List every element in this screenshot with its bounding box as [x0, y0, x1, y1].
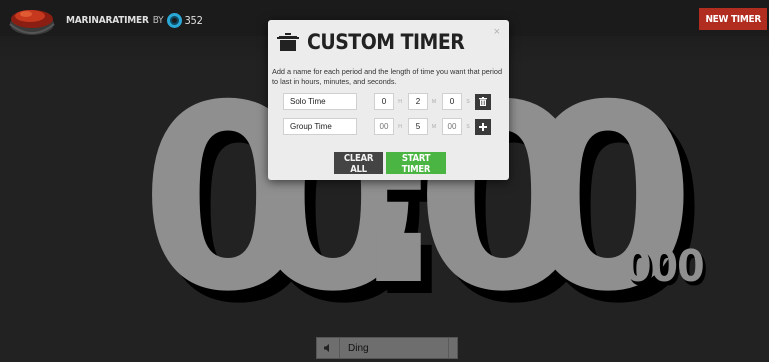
speaker-icon — [317, 338, 340, 358]
hours-unit-label: H — [398, 123, 402, 130]
pasta-pot-logo-icon[interactable] — [6, 2, 56, 36]
dialog-description: Add a name for each period and the lengt… — [272, 67, 503, 86]
seconds-input[interactable] — [442, 118, 462, 135]
seconds-input[interactable] — [442, 93, 462, 110]
dialog-title: CUSTOM TIMER — [277, 30, 465, 54]
hours-unit-label: H — [398, 98, 402, 105]
brand-logo[interactable]: MARINARATIMER BY 352 — [66, 13, 203, 28]
pot-icon — [277, 33, 299, 51]
hours-input[interactable] — [374, 118, 394, 135]
clock-milliseconds: 000 — [624, 241, 705, 292]
minutes-unit-label: M — [431, 123, 437, 130]
clear-all-button[interactable]: CLEAR ALL — [334, 152, 383, 175]
new-timer-button[interactable]: NEW TIMER — [699, 8, 767, 30]
sound-select[interactable]: Ding — [316, 337, 458, 359]
close-icon[interactable]: × — [494, 26, 500, 38]
trash-icon — [479, 97, 487, 106]
add-period-button[interactable] — [475, 118, 491, 135]
partner-ring-icon — [167, 13, 183, 28]
delete-period-button[interactable] — [475, 93, 491, 110]
period-name-input[interactable] — [283, 93, 357, 110]
sound-selected-value: Ding — [348, 342, 369, 354]
minutes-input[interactable] — [408, 118, 428, 135]
custom-timer-dialog: CUSTOM TIMER × Add a name for each perio… — [268, 20, 509, 180]
minutes-unit-label: M — [431, 98, 437, 105]
plus-icon — [479, 122, 487, 131]
dropdown-caret-icon[interactable] — [448, 338, 457, 358]
period-row: H M S — [283, 118, 491, 135]
brand-name: MARINARATIMER — [66, 15, 149, 26]
seconds-unit-label: S — [466, 123, 470, 130]
period-row: H M S — [283, 93, 491, 110]
period-name-input[interactable] — [283, 118, 357, 135]
start-timer-button[interactable]: START TIMER — [386, 152, 446, 175]
minutes-input[interactable] — [408, 93, 428, 110]
dialog-title-text: CUSTOM TIMER — [307, 30, 465, 54]
seconds-unit-label: S — [466, 98, 470, 105]
partner-number: 352 — [184, 14, 203, 27]
hours-input[interactable] — [374, 93, 394, 110]
brand-by-text: BY — [152, 15, 164, 26]
